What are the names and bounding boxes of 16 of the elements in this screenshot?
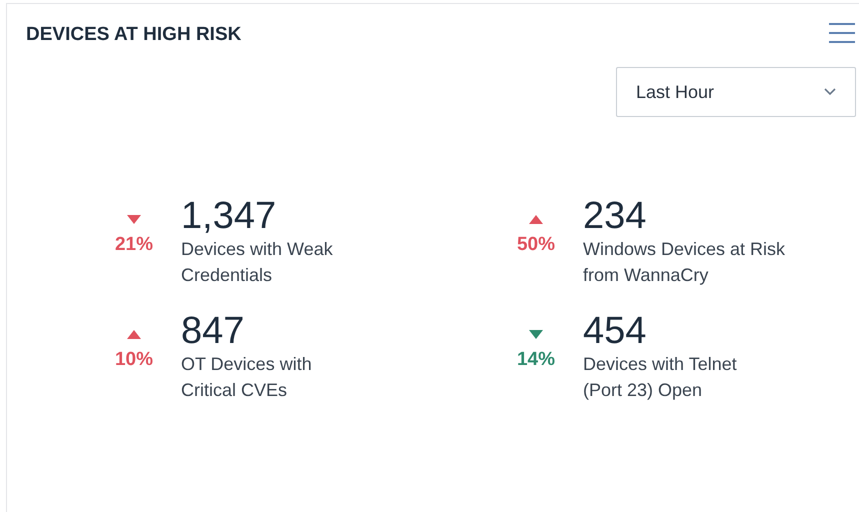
change-percent: 21% [114, 233, 154, 257]
stat-value: 454 [583, 310, 648, 352]
stat-value: 1,347 [181, 195, 278, 237]
time-range-dropdown[interactable]: Last Hour [616, 67, 856, 117]
change-percent: 50% [516, 233, 556, 257]
change-percent: 14% [516, 348, 556, 372]
stat-label: Devices with Telnet (Port 23) Open [583, 353, 738, 402]
stat-value: 234 [583, 195, 648, 237]
card-title: DEVICES AT HIGH RISK [26, 23, 242, 47]
stat-label: Windows Devices at Risk from WannaCry [583, 238, 786, 287]
chevron-down-icon [824, 88, 836, 96]
stat-value: 847 [181, 310, 246, 352]
stat-label: Devices with Weak Credentials [181, 238, 334, 287]
stat-label: OT Devices with Critical CVEs [181, 353, 313, 402]
change-percent: 10% [114, 348, 154, 372]
menu-icon[interactable] [829, 22, 855, 44]
